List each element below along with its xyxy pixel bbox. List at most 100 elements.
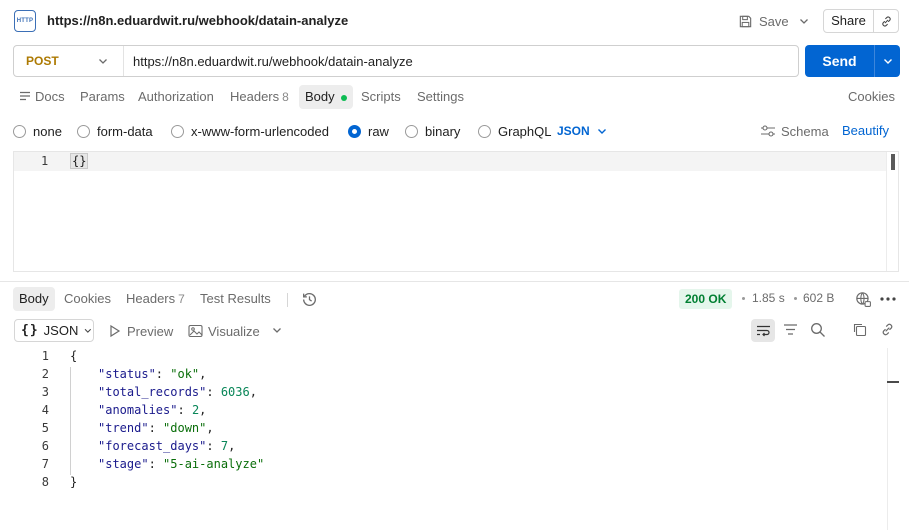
network-info-icon[interactable]: [855, 291, 872, 311]
url-bar: POST: [13, 45, 799, 77]
response-body-viewer[interactable]: 1 { 2 "status": "ok", 3 "total_records":…: [13, 348, 899, 530]
radio-circle: [171, 124, 184, 138]
copy-link-button[interactable]: [874, 10, 898, 32]
radio-none[interactable]: none: [13, 121, 62, 141]
radio-urlencoded[interactable]: x-www-form-urlencoded: [171, 121, 329, 141]
tab-settings[interactable]: Settings: [417, 85, 464, 109]
image-icon: [188, 324, 203, 338]
radio-raw[interactable]: raw: [348, 121, 389, 141]
request-title[interactable]: https://n8n.eduardwit.ru/webhook/datain-…: [47, 13, 348, 28]
code-line: "forecast_days": 7,: [98, 439, 236, 453]
overview-ruler-marker: [887, 381, 899, 383]
tab-scripts[interactable]: Scripts: [361, 85, 401, 109]
send-button[interactable]: Send: [805, 45, 875, 77]
schema-button[interactable]: Schema: [760, 121, 829, 141]
json-key: "status": [98, 367, 156, 381]
response-size[interactable]: 602 B: [803, 291, 834, 305]
history-icon[interactable]: [301, 291, 318, 311]
json-value: "down": [163, 421, 207, 435]
tab-authorization[interactable]: Authorization: [138, 85, 214, 109]
code-line: "trend": "down",: [98, 421, 214, 435]
code-line: }: [70, 475, 78, 489]
radio-graphql[interactable]: GraphQL: [478, 121, 551, 141]
wrap-lines-button[interactable]: [751, 319, 775, 342]
json-key: "trend": [98, 421, 149, 435]
beautify-button[interactable]: Beautify: [842, 121, 889, 141]
radio-form-data[interactable]: form-data: [77, 121, 153, 141]
status-badge[interactable]: 200 OK: [679, 289, 733, 309]
indent-guide: [70, 367, 71, 475]
visualize-button[interactable]: Visualize: [188, 321, 260, 341]
visualize-options-button[interactable]: [271, 324, 283, 339]
dot-separator: [742, 297, 745, 300]
json-key: "forecast_days": [98, 439, 207, 453]
code-line: "stage": "5-ai-analyze": [98, 457, 265, 471]
request-body-editor[interactable]: 1 {}: [13, 151, 899, 272]
radio-circle: [13, 124, 26, 138]
line-number: 1: [41, 154, 49, 168]
code-line: "anomalies": 2,: [98, 403, 207, 417]
json-key: "stage": [98, 457, 149, 471]
url-input[interactable]: [124, 53, 798, 69]
response-tab-body[interactable]: Body: [13, 287, 55, 311]
current-line-highlight: [14, 152, 886, 171]
line-number: 3: [41, 385, 49, 399]
request-body-code[interactable]: {}: [69, 153, 89, 169]
response-time[interactable]: 1.85 s: [752, 291, 785, 305]
editor-scroll-thumb[interactable]: [891, 154, 895, 170]
dot-separator: [794, 297, 797, 300]
code-line: "status": "ok",: [98, 367, 207, 381]
response-tab-cookies[interactable]: Cookies: [64, 287, 111, 311]
radio-circle-checked: [348, 124, 361, 138]
tab-docs[interactable]: Docs: [19, 85, 65, 109]
radio-circle: [405, 124, 418, 138]
play-icon: [110, 324, 121, 338]
chevron-down-icon: [597, 129, 606, 134]
tab-params[interactable]: Params: [80, 85, 125, 109]
copy-icon[interactable]: [852, 322, 867, 340]
chevron-down-icon: [800, 19, 808, 24]
docs-icon: [20, 91, 30, 101]
json-value: "5-ai-analyze": [163, 457, 265, 471]
code-line: "total_records": 6036,: [98, 385, 257, 399]
send-group: Send: [805, 45, 900, 77]
response-tab-test-results[interactable]: Test Results: [200, 287, 271, 311]
body-indicator-dot: [340, 94, 347, 101]
tab-headers[interactable]: Headers 8: [230, 85, 289, 109]
tab-body[interactable]: Body: [299, 85, 353, 109]
method-label: POST: [26, 54, 59, 68]
language-select[interactable]: JSON: [557, 121, 608, 141]
response-tab-headers[interactable]: Headers 7: [126, 287, 185, 311]
line-number: 7: [41, 457, 49, 471]
send-options-button[interactable]: [875, 45, 900, 77]
chevron-down-icon: [273, 328, 281, 333]
save-options-button[interactable]: [796, 12, 812, 30]
chevron-down-icon: [84, 328, 92, 333]
json-value: 6036: [220, 385, 250, 399]
headers-count: 8: [282, 90, 289, 104]
radio-binary[interactable]: binary: [405, 121, 460, 141]
share-group: Share: [823, 9, 899, 33]
preview-button[interactable]: Preview: [108, 321, 173, 341]
sliders-icon: [761, 125, 775, 137]
method-select[interactable]: POST: [14, 46, 124, 76]
share-button[interactable]: Share: [824, 10, 874, 32]
search-icon[interactable]: [810, 322, 826, 341]
save-button[interactable]: Save: [738, 10, 789, 32]
chevron-down-icon: [99, 59, 107, 64]
response-format-select[interactable]: {} JSON: [14, 319, 94, 342]
braces-icon: {}: [21, 323, 39, 338]
line-number: 6: [41, 439, 49, 453]
title-bar: HTTP https://n8n.eduardwit.ru/webhook/da…: [0, 0, 909, 42]
viewer-scrollbar[interactable]: [887, 348, 899, 530]
json-key: "anomalies": [98, 403, 178, 417]
wrap-text-icon: [756, 325, 770, 337]
radio-circle: [77, 124, 90, 138]
code-line: {: [70, 349, 78, 363]
pane-divider[interactable]: [0, 281, 909, 282]
filter-icon[interactable]: [783, 322, 798, 340]
link-icon[interactable]: [880, 322, 895, 340]
more-options-icon[interactable]: [879, 292, 897, 309]
cookies-link[interactable]: Cookies: [848, 85, 895, 109]
response-headers-count: 7: [178, 292, 185, 306]
